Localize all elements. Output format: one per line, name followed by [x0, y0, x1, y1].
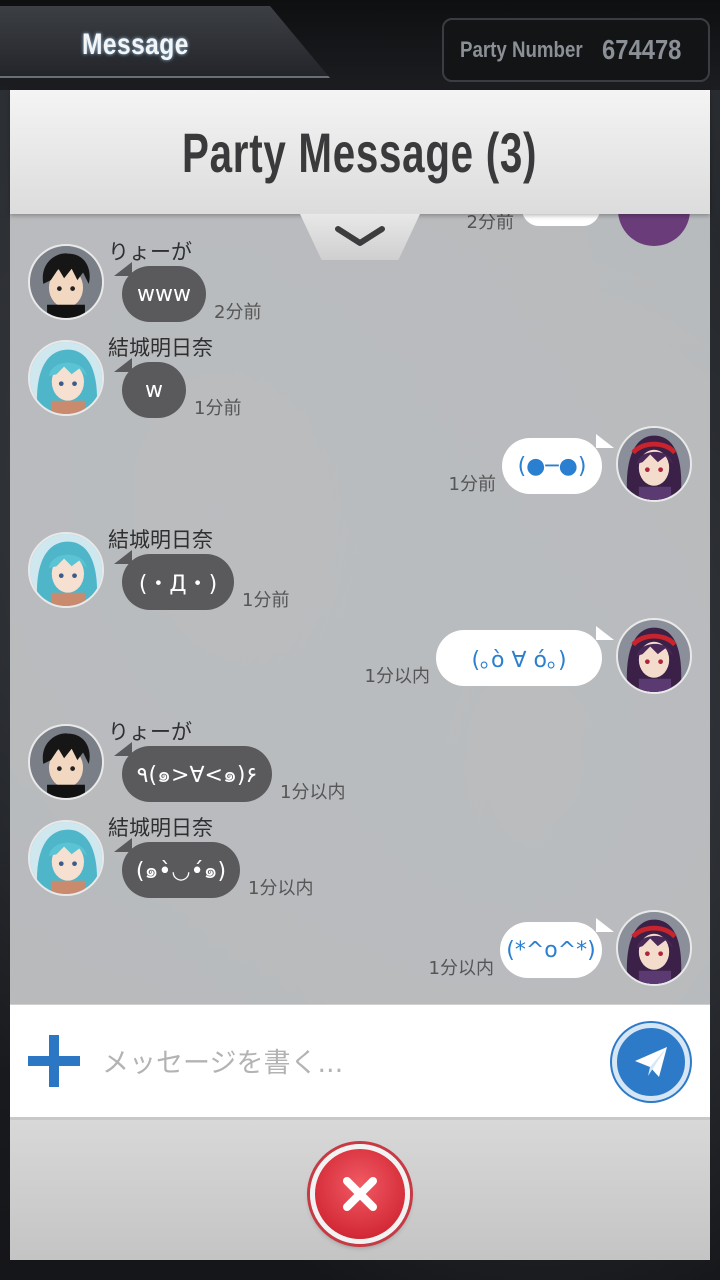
send-button[interactable]	[612, 1023, 690, 1101]
message-time: 1分前	[242, 590, 290, 611]
message-time: 2分前	[214, 302, 262, 323]
message-tab-label: Message	[82, 28, 189, 61]
message-bubble: (｡ò ∀ ó｡)	[436, 630, 602, 686]
close-icon	[343, 1177, 377, 1211]
avatar-image	[618, 620, 690, 692]
bubble-tail	[596, 918, 614, 932]
avatar-image	[30, 342, 102, 414]
avatar-image	[30, 246, 102, 318]
message-bubble: (๑•̀◡•́๑)	[122, 842, 240, 898]
modal-footer	[10, 1120, 710, 1260]
message-bubble	[522, 214, 600, 226]
paper-plane-icon	[635, 1047, 667, 1077]
message-input[interactable]	[102, 1035, 582, 1091]
plus-icon[interactable]	[28, 1035, 80, 1087]
message-bubble: www	[122, 266, 206, 322]
message-bubble: ٩(๑>∀<๑)۶	[122, 746, 272, 802]
avatar[interactable]	[28, 340, 104, 416]
message-time: 1分前	[194, 398, 242, 419]
party-number-panel: Party Number 674478	[442, 18, 710, 82]
message-time: 1分以内	[248, 878, 314, 899]
avatar[interactable]	[28, 820, 104, 896]
message-bubble: w	[122, 362, 186, 418]
avatar[interactable]	[28, 244, 104, 320]
avatar[interactable]	[616, 426, 692, 502]
bubble-tail	[596, 626, 614, 640]
chat-message-row: (●─●) 1分前	[10, 426, 710, 526]
message-tab[interactable]: Message	[0, 6, 330, 78]
message-time: 1分前	[448, 474, 496, 495]
avatar[interactable]	[28, 724, 104, 800]
avatar-image	[618, 428, 690, 500]
chat-message-row: (｡ò ∀ ó｡) 1分以内	[10, 618, 710, 718]
avatar[interactable]	[616, 618, 692, 694]
avatar-image	[30, 534, 102, 606]
message-time: 1分以内	[364, 666, 430, 687]
avatar-image	[618, 912, 690, 984]
party-message-modal: Party Message (3) 2分前 りょーが www 2分前 結城明日奈 w 1分…	[10, 90, 710, 1260]
avatar[interactable]	[28, 532, 104, 608]
chat-message-row: りょーが ٩(๑>∀<๑)۶ 1分以内	[10, 720, 710, 816]
message-time: 1分以内	[280, 782, 346, 803]
modal-header: Party Message (3)	[10, 90, 710, 214]
chat-message-row: 結城明日奈 (・Д・) 1分前	[10, 528, 710, 624]
message-time: 1分以内	[428, 958, 494, 979]
message-bubble: (・Д・)	[122, 554, 234, 610]
message-bubble: (●─●)	[502, 438, 602, 494]
top-bar: Message Party Number 674478	[0, 0, 720, 90]
chevron-down-icon	[335, 226, 385, 246]
message-time: 2分前	[466, 214, 514, 233]
chat-message-row: (*^o^*) 1分以内	[10, 910, 710, 1004]
message-bubble: (*^o^*)	[500, 922, 602, 978]
close-button[interactable]	[310, 1144, 410, 1244]
chat-message-row: 結城明日奈 w 1分前	[10, 336, 710, 432]
party-number-value: 674478	[602, 34, 682, 65]
avatar[interactable]	[616, 910, 692, 986]
message-input-bar	[10, 1004, 710, 1120]
avatar-image	[30, 726, 102, 798]
avatar-image	[30, 822, 102, 894]
modal-title: Party Message (3)	[182, 120, 538, 184]
party-number-label: Party Number	[460, 37, 583, 62]
bubble-tail	[596, 434, 614, 448]
chat-message-row: 結城明日奈 (๑•̀◡•́๑) 1分以内	[10, 816, 710, 912]
chat-message-list[interactable]: 2分前 りょーが www 2分前 結城明日奈 w 1分前 (●─●) 1分前 結城明日奈 (・Д・…	[10, 214, 710, 1004]
